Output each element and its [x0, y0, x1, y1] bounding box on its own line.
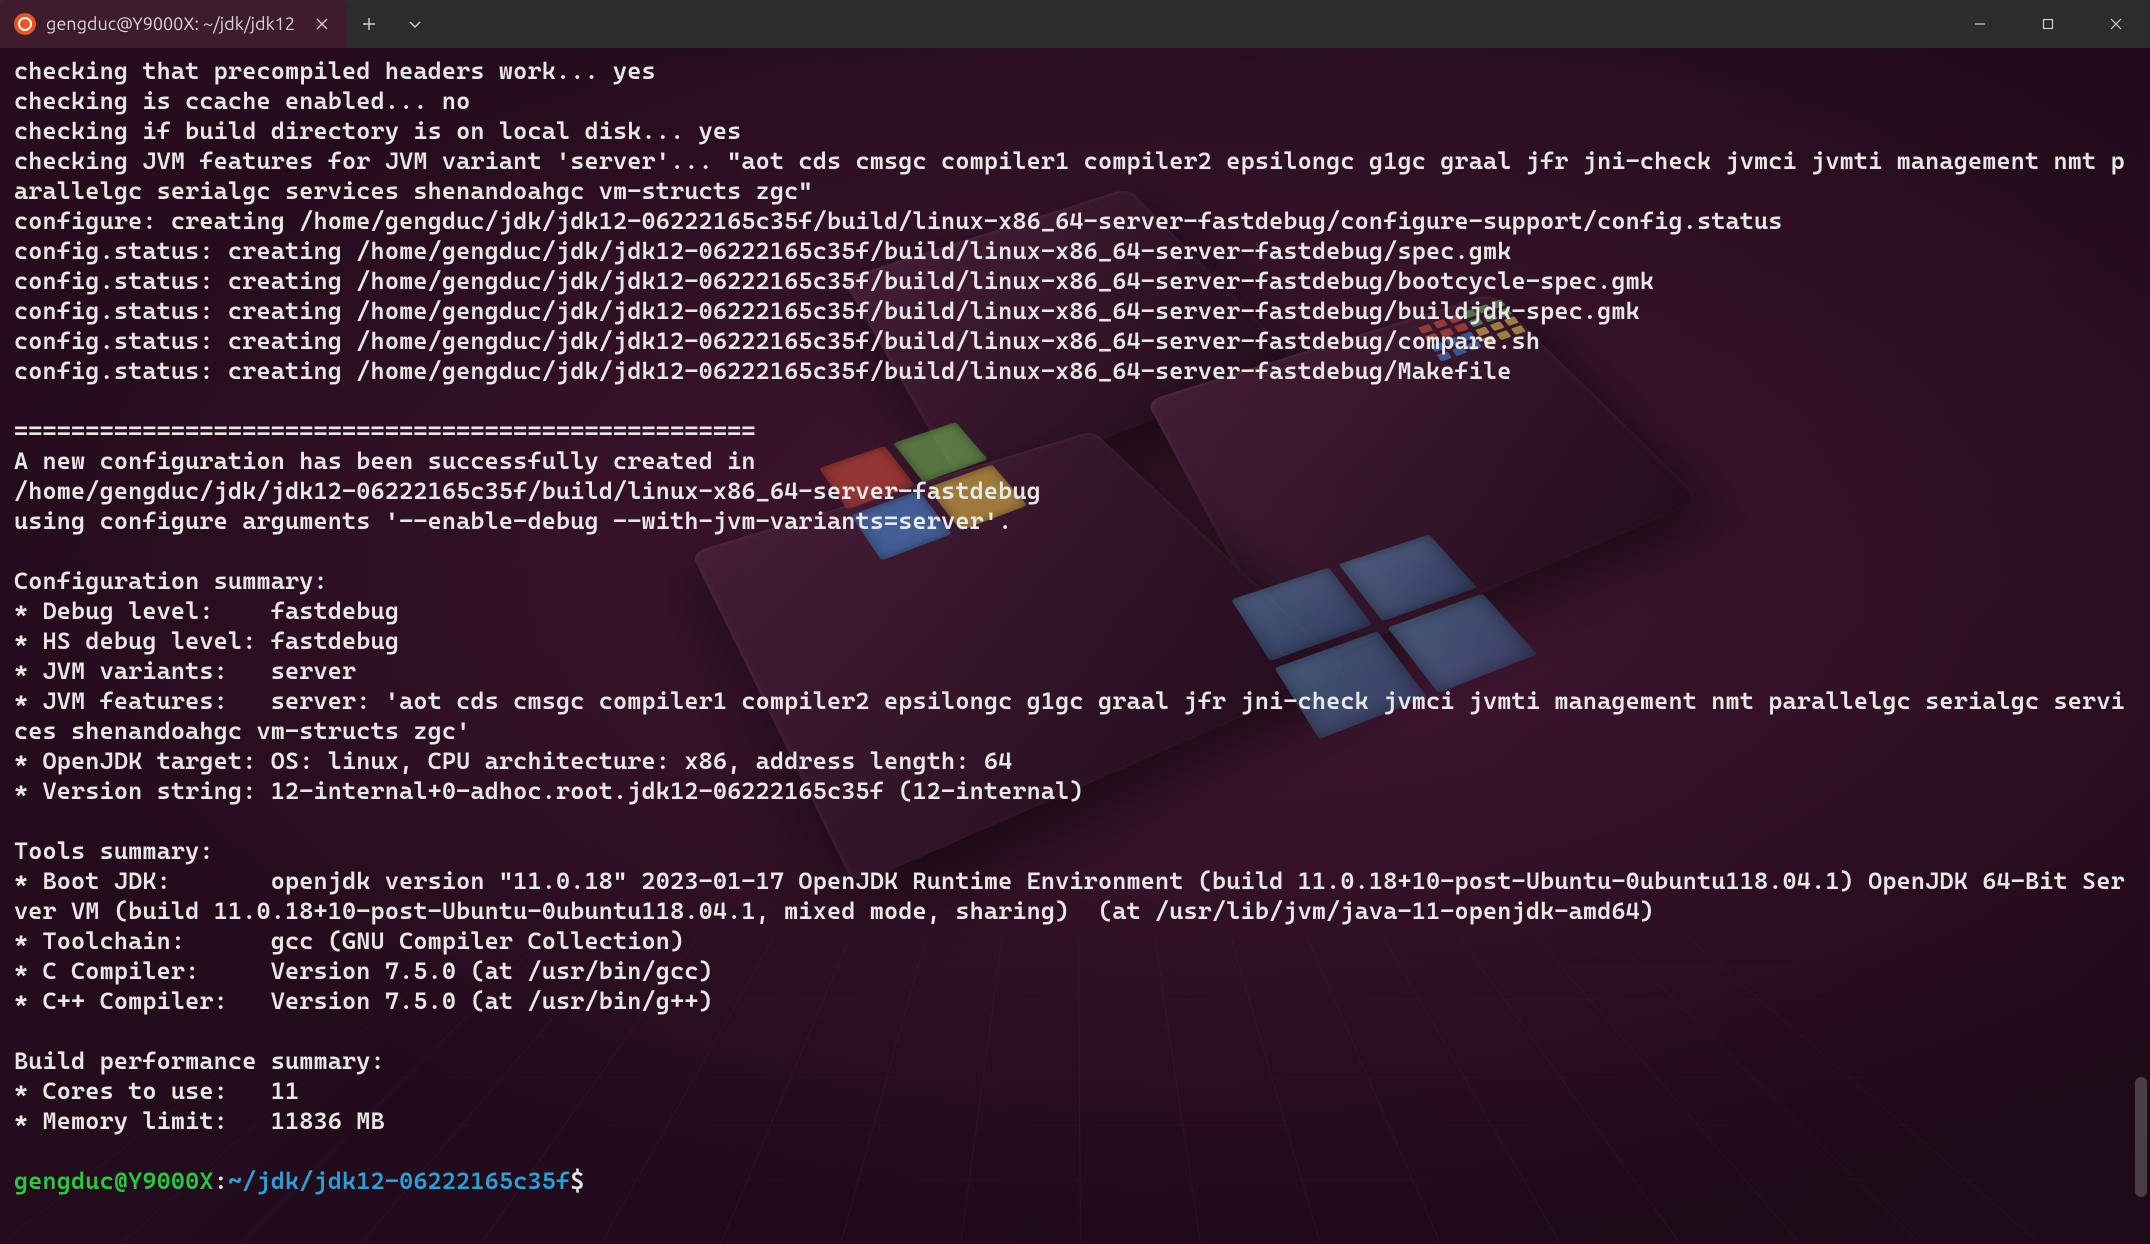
prompt-user-host: gengduc@Y9000X — [14, 1167, 214, 1195]
prompt-symbol: $ — [570, 1167, 584, 1195]
tab-dropdown-button[interactable] — [392, 4, 438, 44]
ubuntu-icon — [14, 13, 36, 35]
cursor — [599, 1167, 613, 1193]
chevron-down-icon — [408, 17, 422, 31]
window-close-button[interactable] — [2082, 0, 2150, 48]
minimize-button[interactable] — [1946, 0, 2014, 48]
close-icon — [2110, 18, 2122, 30]
active-tab[interactable]: gengduc@Y9000X: ~/jdk/jdk12 — [0, 0, 346, 48]
maximize-button[interactable] — [2014, 0, 2082, 48]
scrollbar-thumb[interactable] — [2135, 1077, 2147, 1197]
window-controls — [1946, 0, 2150, 48]
maximize-icon — [2042, 18, 2054, 30]
tab-close-button[interactable] — [310, 12, 334, 36]
terminal-window: gengduc@Y9000X: ~/jdk/jdk12 — [0, 0, 2150, 1244]
terminal-viewport[interactable]: checking that precompiled headers work..… — [0, 48, 2150, 1244]
minimize-icon — [1974, 18, 1986, 30]
prompt-path: ~/jdk/jdk12-06222165c35f — [228, 1167, 570, 1195]
prompt-colon: : — [214, 1167, 228, 1195]
tab-title: gengduc@Y9000X: ~/jdk/jdk12 — [46, 14, 300, 34]
plus-icon — [362, 17, 376, 31]
scrollbar-track[interactable] — [2134, 48, 2148, 1244]
terminal-output[interactable]: checking that precompiled headers work..… — [0, 48, 2150, 1244]
titlebar: gengduc@Y9000X: ~/jdk/jdk12 — [0, 0, 2150, 48]
new-tab-button[interactable] — [346, 4, 392, 44]
close-icon — [316, 18, 328, 30]
